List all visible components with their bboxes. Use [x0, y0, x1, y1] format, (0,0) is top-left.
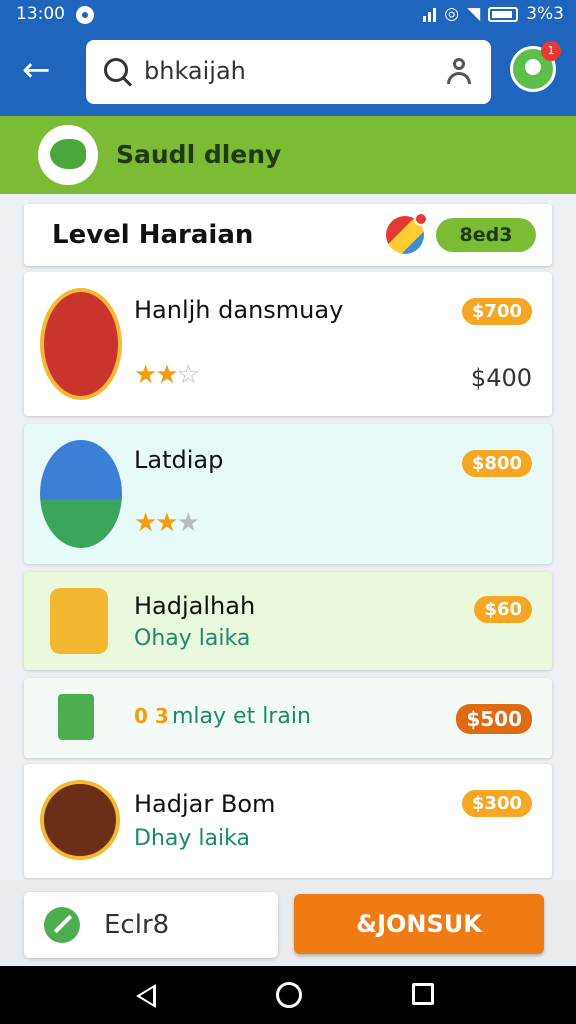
- notification-badge: 1: [541, 41, 561, 61]
- item-name: Hadjalhah: [134, 592, 256, 620]
- medal-icon[interactable]: [386, 212, 428, 254]
- level-badge[interactable]: 8ed3: [436, 218, 536, 252]
- profile-icon[interactable]: [445, 57, 473, 85]
- search-icon: [104, 58, 128, 82]
- level-header: Level Haraian 8ed3: [24, 204, 552, 266]
- list-item[interactable]: Hadjalhah Ohay laika $60: [24, 572, 552, 670]
- price-badge[interactable]: $500: [456, 704, 532, 734]
- nav-recents-icon[interactable]: [412, 983, 434, 1005]
- notification-dot-icon: [76, 6, 94, 24]
- rating-stars: ★★☆: [134, 360, 200, 390]
- price-badge[interactable]: $60: [474, 596, 532, 623]
- signal-icon: [423, 6, 437, 22]
- search-input[interactable]: bhkaijah: [144, 57, 246, 85]
- list-item[interactable]: Latdiap $800 ★★★: [24, 424, 552, 564]
- alarm-icon: ◎: [444, 4, 460, 24]
- battery-label: 3%3: [526, 4, 564, 24]
- nav-home-icon[interactable]: [276, 982, 302, 1008]
- item-name: mlay et lrain: [172, 704, 311, 729]
- price-badge[interactable]: $700: [461, 298, 532, 325]
- document-coins-icon: [40, 780, 120, 860]
- coin-bag-icon: [50, 588, 108, 654]
- avatar[interactable]: 1: [510, 41, 561, 92]
- section-banner: Saudl dleny: [0, 116, 576, 194]
- level-title: Level Haraian: [52, 220, 254, 250]
- secondary-button[interactable]: Eclr8: [24, 892, 278, 958]
- leaf-icon: [44, 907, 80, 943]
- item-subtitle: Dhay laika: [134, 826, 250, 851]
- primary-cta-button[interactable]: &JONSUK: [294, 894, 544, 954]
- shield-icon: [40, 288, 122, 400]
- price-badge[interactable]: $800: [461, 450, 532, 477]
- item-name: Hanljh dansmuay: [134, 296, 344, 324]
- item-prefix: 0 3: [134, 704, 169, 728]
- back-arrow-icon[interactable]: ←: [22, 52, 62, 92]
- battery-icon: [488, 6, 519, 22]
- wifi-icon: ◥: [467, 4, 481, 24]
- banner-title: Saudl dleny: [116, 140, 282, 169]
- list-item[interactable]: Hanljh dansmuay $700 ★★☆ $400: [24, 272, 552, 416]
- app-bar: ← bhkaijah 1: [0, 30, 576, 116]
- status-icons: ◎ ◥ 3%3: [423, 4, 564, 24]
- search-bar[interactable]: bhkaijah: [86, 40, 491, 104]
- item-subtitle: Ohay laika: [134, 626, 251, 651]
- item-name: Latdiap: [134, 446, 224, 474]
- status-time: 13:00: [16, 4, 65, 24]
- item-price: $400: [470, 364, 532, 392]
- rating-stars: ★★★: [134, 508, 200, 538]
- battery-item-icon: [58, 694, 94, 740]
- secondary-button-label: Eclr8: [104, 910, 170, 940]
- item-name: Hadjar Bom: [134, 790, 276, 818]
- system-nav-bar: [0, 966, 576, 1024]
- status-bar: 13:00 ◎ ◥ 3%3: [0, 0, 576, 30]
- bottom-action-bar: Eclr8 &JONSUK: [0, 880, 576, 966]
- brand-logo-icon: [38, 125, 98, 185]
- list-item[interactable]: Hadjar Bom Dhay laika $300: [24, 764, 552, 878]
- price-badge[interactable]: $300: [461, 790, 532, 817]
- list-item[interactable]: 0 3 mlay et lrain $500: [24, 678, 552, 758]
- hand-pointer-icon: [40, 440, 122, 548]
- nav-back-icon[interactable]: [136, 984, 156, 1008]
- medal-badge-dot: [414, 212, 428, 226]
